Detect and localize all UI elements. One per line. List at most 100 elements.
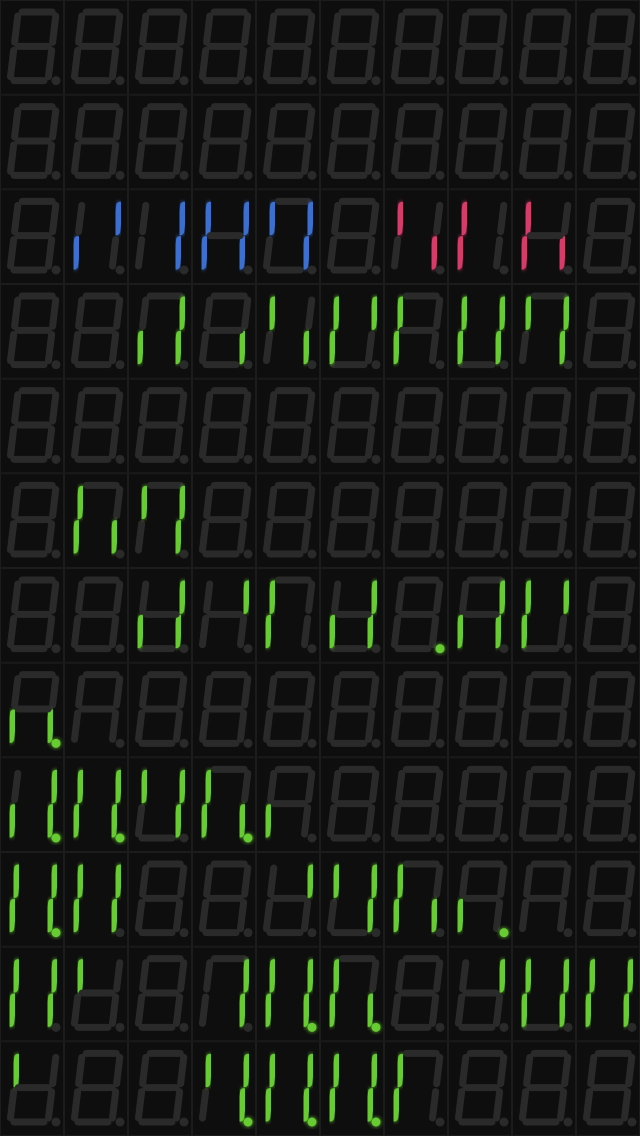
segment-b-lit	[497, 580, 508, 614]
segment-b-unlit	[49, 1053, 60, 1088]
decimal-point-unlit	[371, 738, 381, 748]
decimal-point-unlit	[499, 76, 509, 86]
decimal-point-unlit	[51, 265, 61, 275]
digit-cell	[0, 0, 64, 95]
decimal-point-unlit	[563, 928, 573, 938]
segment-c-lit	[236, 804, 248, 838]
segment-b-unlit	[433, 959, 444, 993]
digit-cell	[320, 284, 384, 379]
segment-b-unlit	[625, 864, 636, 898]
segment-e-lit	[70, 898, 82, 933]
digit-cell	[64, 0, 128, 95]
digit-cell	[448, 946, 512, 1042]
segment-f-unlit	[459, 769, 470, 804]
segment-b-unlit	[561, 12, 572, 46]
digit-cell	[256, 662, 320, 758]
segment-f-unlit	[587, 1053, 598, 1088]
segment-c-unlit	[236, 709, 248, 743]
decimal-point-unlit	[115, 170, 125, 180]
decimal-point-unlit	[627, 833, 637, 843]
segment-b-unlit	[113, 959, 124, 993]
segment-f-unlit	[459, 959, 470, 993]
segment-e-lit	[198, 236, 210, 270]
segment-c-unlit	[364, 330, 376, 365]
digit-cell	[192, 378, 256, 474]
segment-f-unlit	[11, 107, 22, 141]
segment-c-lit	[172, 236, 184, 270]
segment-c-lit	[172, 330, 184, 365]
segment-e-unlit	[582, 1088, 594, 1122]
segment-e-unlit	[134, 141, 146, 175]
segment-f-lit	[11, 959, 22, 993]
decimal-point-unlit	[435, 170, 445, 180]
decimal-point-unlit	[435, 833, 445, 843]
digit-cell	[192, 662, 256, 758]
decimal-point-unlit	[371, 170, 381, 180]
segment-e-unlit	[6, 425, 18, 459]
digit-cell	[320, 852, 384, 947]
segment-f-unlit	[139, 391, 150, 425]
segment-e-lit	[454, 898, 466, 933]
segment-c-unlit	[364, 804, 376, 838]
digit-cell	[576, 189, 640, 284]
segment-f-unlit	[139, 296, 150, 330]
digit-cell	[384, 284, 448, 379]
segment-f-unlit	[395, 580, 406, 614]
segment-f-unlit	[459, 1053, 470, 1088]
digit-cell	[192, 1041, 256, 1136]
decimal-point-unlit	[179, 360, 189, 370]
segment-e-lit	[6, 804, 18, 838]
segment-f-unlit	[203, 485, 214, 520]
segment-e-unlit	[582, 330, 594, 365]
digit-cell	[128, 94, 192, 190]
digit-cell	[128, 0, 192, 95]
decimal-point-unlit	[51, 454, 61, 464]
decimal-point-unlit	[243, 265, 253, 275]
segment-b-unlit	[561, 485, 572, 520]
segment-e-unlit	[6, 236, 18, 270]
segment-f-unlit	[75, 201, 86, 236]
segment-f-unlit	[267, 391, 278, 425]
segment-c-unlit	[300, 520, 312, 554]
segment-f-unlit	[459, 675, 470, 709]
segment-b-unlit	[497, 391, 508, 425]
segment-c-unlit	[428, 804, 440, 838]
segment-c-unlit	[556, 425, 568, 459]
segment-f-unlit	[203, 580, 214, 614]
decimal-point-unlit	[499, 738, 509, 748]
digit-cell	[256, 378, 320, 474]
segment-b-unlit	[113, 675, 124, 709]
decimal-point-unlit	[371, 833, 381, 843]
digit-cell	[384, 473, 448, 569]
segment-b-unlit	[561, 769, 572, 804]
segment-e-unlit	[70, 1088, 82, 1122]
digit-cell	[0, 189, 64, 284]
decimal-point-unlit	[51, 1117, 61, 1127]
digit-cell	[320, 662, 384, 758]
segment-e-unlit	[134, 46, 146, 81]
segment-e-unlit	[198, 1088, 210, 1122]
display-row	[0, 473, 640, 569]
segment-f-unlit	[395, 391, 406, 425]
decimal-point-unlit	[307, 549, 317, 559]
segment-f-unlit	[523, 864, 534, 898]
digit-cell	[384, 1041, 448, 1136]
segment-c-unlit	[364, 46, 376, 81]
decimal-point-lit	[51, 928, 61, 938]
segment-c-lit	[44, 993, 56, 1027]
segment-b-unlit	[625, 769, 636, 804]
segment-e-lit	[326, 614, 338, 649]
display-row	[0, 1041, 640, 1136]
segment-c-unlit	[428, 330, 440, 365]
decimal-point-unlit	[51, 360, 61, 370]
segment-f-unlit	[139, 107, 150, 141]
segment-f-unlit	[267, 864, 278, 898]
decimal-point-unlit	[243, 738, 253, 748]
segment-e-unlit	[198, 520, 210, 554]
segment-c-unlit	[492, 993, 504, 1027]
segment-b-unlit	[497, 675, 508, 709]
digit-cell	[448, 1041, 512, 1136]
decimal-point-unlit	[371, 549, 381, 559]
decimal-point-unlit	[371, 360, 381, 370]
digit-cell	[576, 473, 640, 569]
